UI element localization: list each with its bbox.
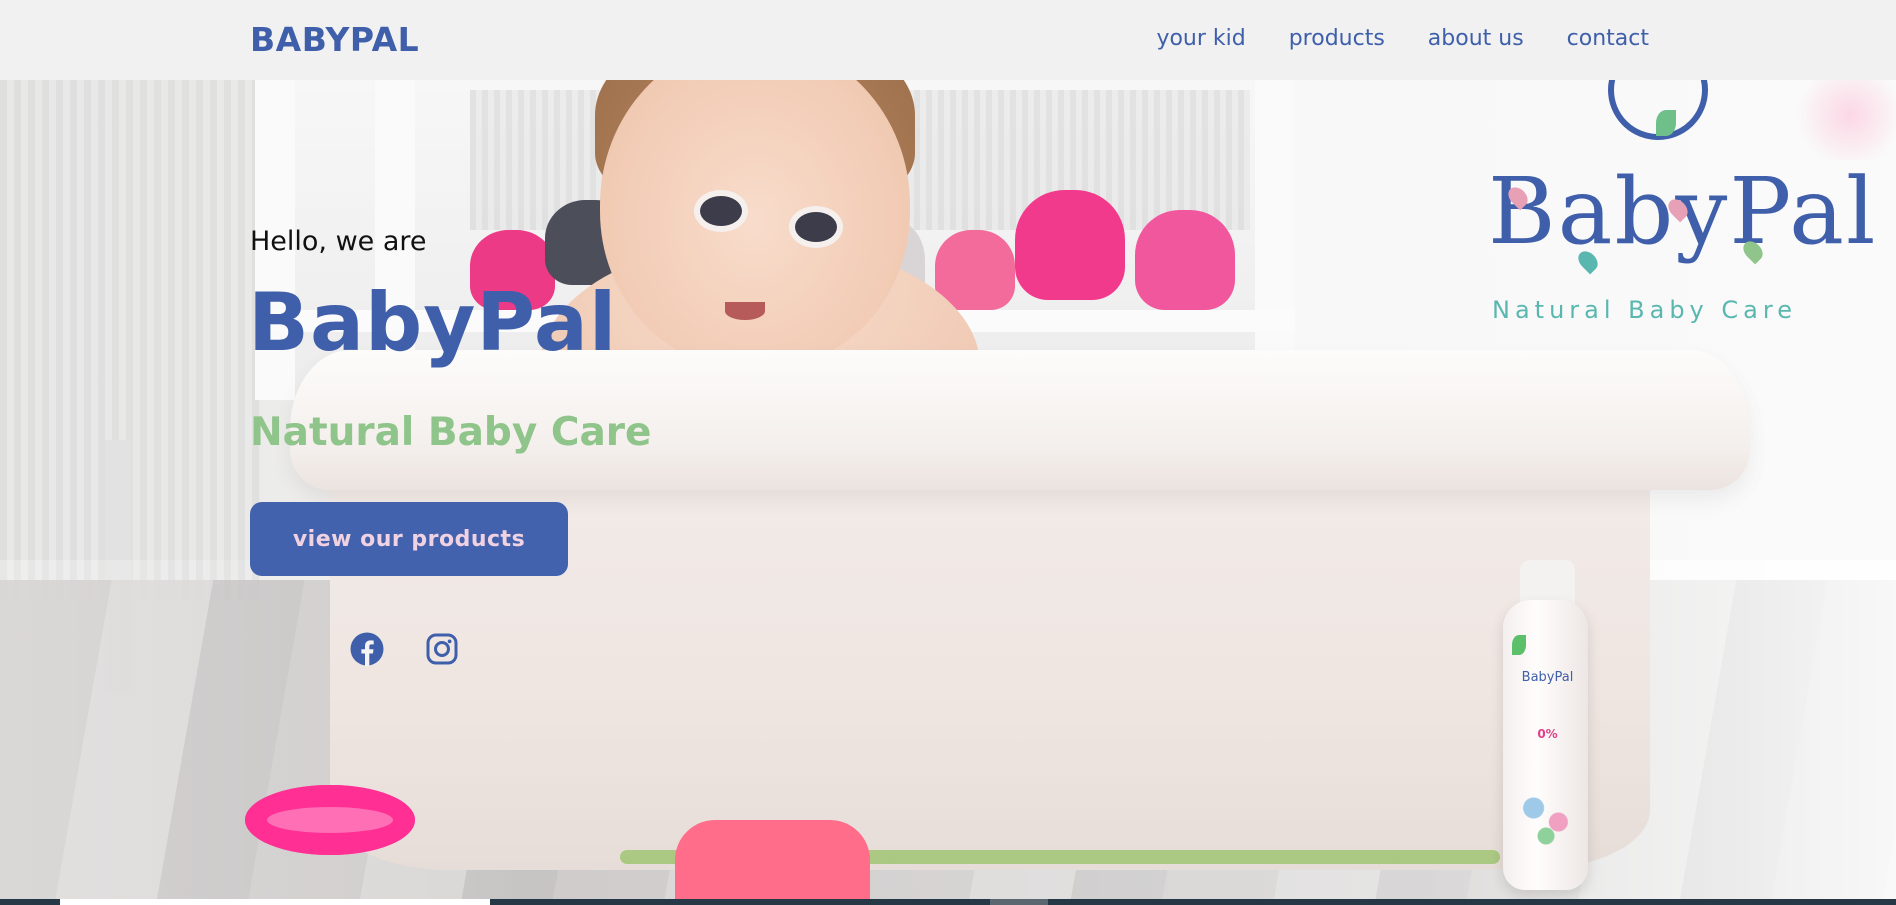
nav-your-kid[interactable]: your kid: [1156, 26, 1245, 51]
site-header: BABYPAL your kid products about us conta…: [0, 0, 1896, 80]
babypal-logo: BabyPal Natural Baby Care: [1480, 80, 1875, 340]
brand-logo-text[interactable]: BABYPAL: [250, 20, 419, 59]
baby-mouth: [725, 302, 765, 320]
main-nav: your kid products about us contact: [1156, 26, 1649, 51]
hero-title: BabyPal: [248, 276, 618, 369]
facebook-icon[interactable]: [350, 632, 384, 666]
bottom-strip-segment: [990, 899, 1048, 905]
logo-leaf-icon: [1656, 110, 1676, 136]
instagram-icon[interactable]: [425, 632, 459, 666]
bottle-leaf-icon: [1512, 635, 1526, 655]
hero-tagline: Natural Baby Care: [250, 410, 652, 455]
baby-head: [600, 80, 910, 370]
shoe: [1135, 210, 1235, 310]
bottom-strip-segment: [60, 899, 490, 905]
hero-greeting: Hello, we are: [250, 226, 427, 257]
shoe: [1015, 190, 1125, 300]
logo-tagline: Natural Baby Care: [1492, 296, 1797, 324]
bottle-illustration: [1515, 780, 1577, 850]
baby-eye: [795, 212, 837, 242]
toy-block: [675, 820, 870, 905]
bottom-strip: [0, 899, 1896, 905]
baby-eye: [700, 196, 742, 226]
shoe: [935, 230, 1015, 310]
bottle-badge: 0%: [1537, 727, 1558, 741]
bottle-brand: BabyPal: [1521, 670, 1574, 685]
nav-about-us[interactable]: about us: [1428, 26, 1524, 51]
toy-ring: [245, 785, 415, 855]
nav-products[interactable]: products: [1289, 26, 1385, 51]
hero-section: BabyPal 0% BabyPal Natural Baby Care Hel…: [0, 80, 1896, 905]
nav-contact[interactable]: contact: [1567, 26, 1649, 51]
view-products-button[interactable]: view our products: [250, 502, 568, 576]
bottle-label: BabyPal 0%: [1515, 670, 1580, 741]
